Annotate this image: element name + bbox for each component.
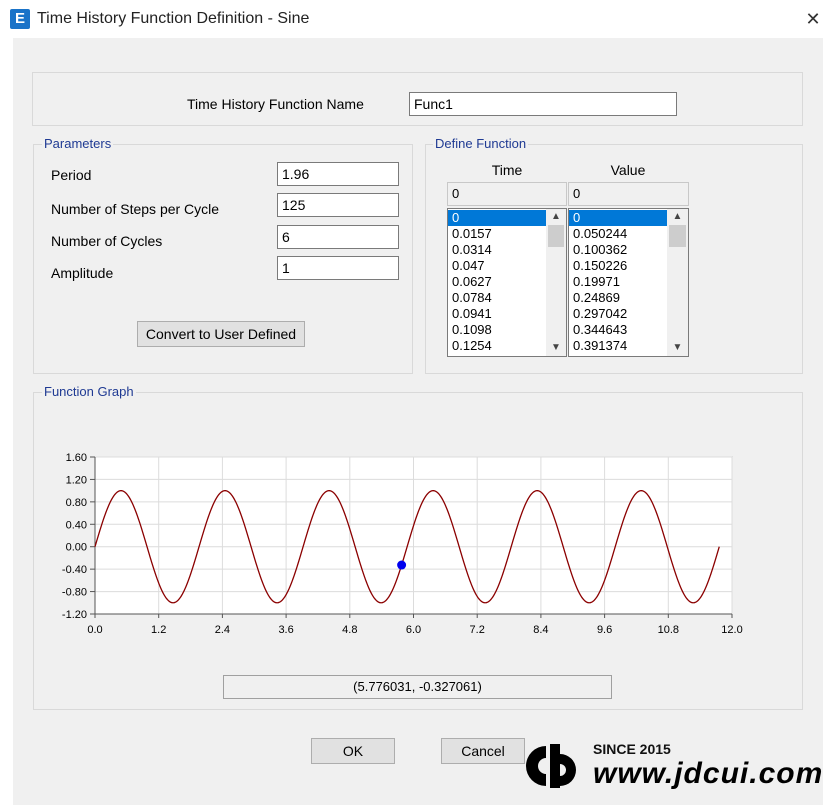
- scroll-up-icon[interactable]: ▲: [546, 209, 566, 225]
- steps-per-cycle-label: Number of Steps per Cycle: [51, 201, 220, 217]
- x-tick-label: 6.0: [406, 624, 421, 636]
- time-list-item[interactable]: 0.1098: [448, 322, 546, 338]
- y-tick-label: 1.60: [66, 452, 87, 464]
- amplitude-label: Amplitude: [51, 265, 114, 281]
- time-column-header: Time: [491, 162, 523, 178]
- value-list-item[interactable]: 0.100362: [569, 242, 667, 258]
- y-tick-label: -0.40: [62, 564, 87, 576]
- x-tick-label: 2.4: [215, 624, 230, 636]
- function-graph-title: Function Graph: [42, 384, 136, 399]
- value-list-item[interactable]: 0.19971: [569, 274, 667, 290]
- scroll-down-icon[interactable]: ▼: [546, 340, 566, 356]
- cursor-marker-point[interactable]: [397, 560, 407, 570]
- time-list-item[interactable]: 0.0784: [448, 290, 546, 306]
- close-button[interactable]: ✕: [798, 5, 828, 33]
- y-tick-label: -1.20: [62, 609, 87, 621]
- watermark-url: www.jdcui.com: [593, 757, 824, 790]
- value-list-item[interactable]: 0: [569, 210, 667, 226]
- x-tick-label: 4.8: [342, 624, 357, 636]
- value-list-item[interactable]: 0.050244: [569, 226, 667, 242]
- value-scrollbar[interactable]: ▲ ▼: [667, 209, 688, 356]
- scroll-down-icon[interactable]: ▼: [667, 340, 688, 356]
- cursor-coordinate-readout: (5.776031, -0.327061): [223, 675, 612, 699]
- x-tick-label: 8.4: [533, 624, 548, 636]
- time-list-item[interactable]: 0.047: [448, 258, 546, 274]
- number-of-cycles-input[interactable]: 6: [277, 225, 399, 249]
- x-tick-label: 0.0: [87, 624, 102, 636]
- close-icon: ✕: [805, 9, 821, 29]
- number-of-cycles-label: Number of Cycles: [51, 233, 163, 249]
- scroll-up-icon[interactable]: ▲: [667, 209, 688, 225]
- period-input[interactable]: 1.96: [277, 162, 399, 186]
- jdcui-logo-icon: [526, 744, 576, 788]
- scroll-thumb[interactable]: [669, 225, 686, 247]
- time-scrollbar[interactable]: ▲ ▼: [546, 209, 566, 356]
- function-name-label: Time History Function Name: [187, 96, 364, 112]
- time-list-item[interactable]: 0.0314: [448, 242, 546, 258]
- window-title: Time History Function Definition - Sine: [37, 10, 310, 27]
- time-listbox[interactable]: 0 0.0157 0.0314 0.047 0.0627 0.0784 0.0941 0.10…: [447, 208, 567, 357]
- cancel-button[interactable]: Cancel: [441, 738, 525, 764]
- time-list-item[interactable]: 0: [448, 210, 546, 226]
- steps-per-cycle-input[interactable]: 125: [277, 193, 399, 217]
- value-list-item[interactable]: 0.150226: [569, 258, 667, 274]
- value-list-item[interactable]: 0.297042: [569, 306, 667, 322]
- x-tick-label: 3.6: [278, 624, 293, 636]
- define-function-title: Define Function: [433, 136, 529, 151]
- convert-to-user-defined-button[interactable]: Convert to User Defined: [137, 321, 305, 347]
- app-icon: E: [10, 9, 30, 29]
- scroll-thumb[interactable]: [548, 225, 564, 247]
- ok-button[interactable]: OK: [311, 738, 395, 764]
- y-tick-label: 1.20: [66, 474, 87, 486]
- y-tick-label: -0.80: [62, 587, 87, 599]
- x-tick-label: 12.0: [721, 624, 742, 636]
- time-list-item[interactable]: 0.1254: [448, 338, 546, 354]
- time-list: 0 0.0157 0.0314 0.047 0.0627 0.0784 0.0941 0.10…: [448, 210, 546, 354]
- time-list-item[interactable]: 0.0627: [448, 274, 546, 290]
- value-list-item[interactable]: 0.391374: [569, 338, 667, 354]
- y-tick-label: 0.40: [66, 519, 87, 531]
- parameters-title: Parameters: [42, 136, 114, 151]
- value-list-item[interactable]: 0.24869: [569, 290, 667, 306]
- x-tick-label: 10.8: [658, 624, 679, 636]
- value-list-item[interactable]: 0.344643: [569, 322, 667, 338]
- amplitude-input[interactable]: 1: [277, 256, 399, 280]
- watermark-since: SINCE 2015: [593, 741, 671, 757]
- time-list-item[interactable]: 0.0157: [448, 226, 546, 242]
- value-listbox[interactable]: 0 0.050244 0.100362 0.150226 0.19971 0.24869 0…: [568, 208, 689, 357]
- x-tick-label: 9.6: [597, 624, 612, 636]
- value-list: 0 0.050244 0.100362 0.150226 0.19971 0.24869 0…: [569, 210, 667, 354]
- y-tick-label: 0.00: [66, 542, 87, 554]
- value-edit-cell[interactable]: 0: [568, 182, 689, 206]
- time-edit-cell[interactable]: 0: [447, 182, 567, 206]
- x-tick-label: 7.2: [470, 624, 485, 636]
- function-name-input[interactable]: Func1: [409, 92, 677, 116]
- function-graph-chart[interactable]: 0.0 1.2 2.4 3.6 4.8 6.0 7.2 8.4 9.6 10.8 12.0 1.60 1…: [40, 440, 760, 650]
- title-bar: E Time History Function Definition - Sin…: [0, 0, 835, 38]
- time-list-item[interactable]: 0.0941: [448, 306, 546, 322]
- value-column-header: Value: [610, 162, 646, 178]
- period-label: Period: [51, 167, 92, 183]
- x-tick-label: 1.2: [151, 624, 166, 636]
- y-tick-label: 0.80: [66, 497, 87, 509]
